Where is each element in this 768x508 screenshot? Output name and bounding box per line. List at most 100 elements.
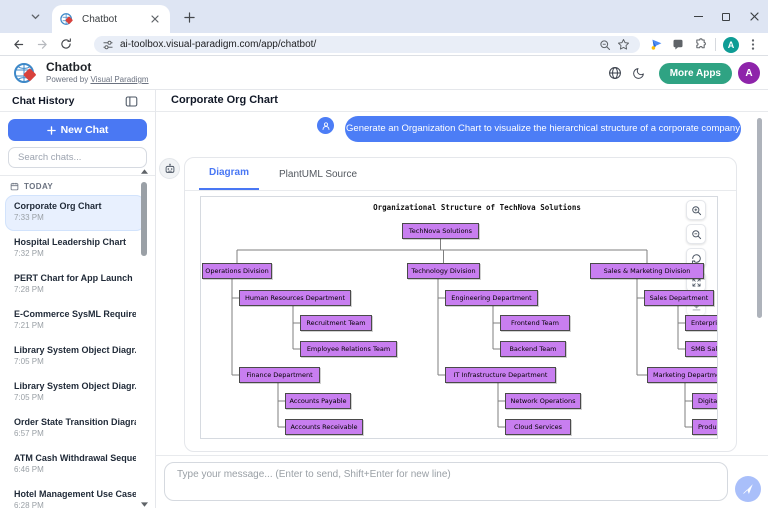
org-node-ap: Accounts Payable <box>285 393 351 409</box>
extension-chat-icon[interactable] <box>667 35 689 55</box>
tab-favicon <box>60 12 74 26</box>
org-node-tech: Technology Division <box>407 263 480 279</box>
chat-item-time: 7:05 PM <box>14 357 136 366</box>
chat-item-time: 7:21 PM <box>14 321 136 330</box>
chat-item-title: Order State Transition Diagra... <box>14 417 136 427</box>
reload-button[interactable] <box>54 34 78 54</box>
list-divider <box>0 175 155 176</box>
address-bar[interactable]: ai-toolbox.visual-paradigm.com/app/chatb… <box>94 36 640 53</box>
card-tabbar: Diagram PlantUML Source <box>185 158 736 191</box>
org-node-be: Backend Team <box>500 341 566 357</box>
bot-avatar <box>159 158 180 179</box>
send-icon <box>742 483 754 495</box>
chat-item-title: Corporate Org Chart <box>14 201 136 211</box>
chat-history-title: Chat History <box>12 95 74 107</box>
tab-title: Chatbot <box>82 14 148 25</box>
chat-area: Generate an Organization Chart to visual… <box>156 112 768 508</box>
url-text[interactable]: ai-toolbox.visual-paradigm.com/app/chatb… <box>120 39 596 50</box>
tab-diagram[interactable]: Diagram <box>199 157 259 190</box>
sidebar-scrollbar[interactable] <box>141 168 148 508</box>
chat-history-item[interactable]: PERT Chart for App Launch 7:28 PM <box>5 267 145 303</box>
org-chart-title: Organizational Structure of TechNova Sol… <box>373 203 581 212</box>
chat-history-item[interactable]: Library System Object Diagr...7:05 PM <box>5 375 145 411</box>
bookmark-star-icon[interactable] <box>614 37 632 53</box>
org-node-emprel: Employee Relations Team <box>300 341 397 357</box>
chat-history-list: Corporate Org Chart 7:33 PM Hospital Leade… <box>0 195 155 508</box>
browser-toolbar: ai-toolbox.visual-paradigm.com/app/chatb… <box>0 33 768 56</box>
app-header: Chatbot Powered by Visual Paradigm More … <box>0 56 768 90</box>
window-minimize-button[interactable] <box>684 4 712 30</box>
sidebar: New Chat TODAY Corporate Org Chart 7:33 P… <box>0 112 155 508</box>
chat-item-title: PERT Chart for App Launch <box>14 273 136 283</box>
visual-paradigm-link[interactable]: Visual Paradigm <box>90 75 148 84</box>
browser-tabstrip: Chatbot <box>0 0 768 33</box>
back-button[interactable] <box>6 34 30 54</box>
chat-item-time: 7:05 PM <box>14 393 136 402</box>
sidebar-scrollbar-thumb[interactable] <box>141 182 147 256</box>
chat-item-time: 6:57 PM <box>14 429 136 438</box>
account-avatar[interactable]: A <box>738 62 760 84</box>
message-input-bar <box>156 455 768 508</box>
chat-history-item[interactable]: E-Commerce SysML Require...7:21 PM <box>5 303 145 339</box>
chat-history-item[interactable]: Hotel Management Use Case6:28 PM <box>5 483 145 508</box>
app-name: Chatbot <box>46 60 91 74</box>
dark-mode-moon-icon[interactable] <box>627 61 651 85</box>
org-node-cs: Cloud Services <box>505 419 571 435</box>
chat-history-item[interactable]: Library System Object Diagr...7:05 PM <box>5 339 145 375</box>
more-apps-button[interactable]: More Apps <box>659 63 732 84</box>
forward-button[interactable] <box>30 34 54 54</box>
scroll-up-icon[interactable] <box>141 168 148 175</box>
chat-item-title: Hospital Leadership Chart <box>14 237 136 247</box>
chat-scrollbar-thumb[interactable] <box>757 118 762 318</box>
chat-history-item[interactable]: Hospital Leadership Chart 7:32 PM <box>5 231 145 267</box>
browser-tab[interactable]: Chatbot <box>52 5 170 33</box>
tab-search-chevron-icon[interactable] <box>27 8 44 25</box>
window-maximize-button[interactable] <box>712 4 740 30</box>
chat-history-item[interactable]: Corporate Org Chart 7:33 PM <box>5 195 145 231</box>
scroll-down-icon[interactable] <box>141 501 148 508</box>
chat-history-item[interactable]: Order State Transition Diagra... 6:57 PM <box>5 411 145 447</box>
conversation-header: Corporate Org Chart <box>155 90 768 112</box>
chat-item-time: 7:28 PM <box>14 285 136 294</box>
plus-icon <box>47 126 56 135</box>
org-node-dig: Digital <box>692 393 718 409</box>
browser-menu-kebab-icon[interactable] <box>742 35 764 55</box>
profile-avatar[interactable]: A <box>720 35 742 55</box>
search-input[interactable] <box>8 147 147 168</box>
robot-icon <box>164 163 176 175</box>
extensions-puzzle-icon[interactable] <box>689 35 711 55</box>
zoom-indicator-icon[interactable] <box>596 37 614 53</box>
extension-lens-icon[interactable] <box>645 35 667 55</box>
org-node-root: TechNova Solutions <box>402 223 479 239</box>
calendar-icon <box>10 182 19 191</box>
toolbar-separator <box>715 38 716 51</box>
visual-paradigm-logo <box>14 61 38 85</box>
tab-close-icon[interactable] <box>148 12 162 26</box>
section-header: TODAY <box>10 182 145 191</box>
org-node-sd: Sales Department <box>644 290 714 306</box>
section-label: TODAY <box>24 182 53 191</box>
chat-item-time: 7:33 PM <box>14 213 136 222</box>
chat-item-time: 6:46 PM <box>14 465 136 474</box>
org-node-smb: SMB Sal <box>685 341 718 357</box>
message-input[interactable] <box>164 462 728 501</box>
zoom-in-button[interactable] <box>686 200 706 220</box>
window-controls <box>684 0 768 33</box>
chat-item-time: 7:32 PM <box>14 249 136 258</box>
powered-by: Powered by Visual Paradigm <box>46 75 149 84</box>
new-tab-button[interactable] <box>180 8 198 26</box>
tab-plantuml-source[interactable]: PlantUML Source <box>269 159 367 190</box>
sidebar-collapse-icon[interactable] <box>124 94 139 109</box>
language-globe-icon[interactable] <box>603 61 627 85</box>
zoom-out-button[interactable] <box>686 224 706 244</box>
window-close-button[interactable] <box>740 4 768 30</box>
new-chat-button[interactable]: New Chat <box>8 119 147 141</box>
org-node-eng: Engineering Department <box>445 290 538 306</box>
site-settings-icon[interactable] <box>102 39 114 51</box>
user-message-bubble: Generate an Organization Chart to visual… <box>345 116 741 142</box>
send-button[interactable] <box>735 476 761 502</box>
org-node-hr: Human Resources Department <box>239 290 351 306</box>
org-node-es: Enterpris <box>685 315 718 331</box>
diagram-card: Diagram PlantUML Source <box>184 157 737 452</box>
chat-history-item[interactable]: ATM Cash Withdrawal Seque...6:46 PM <box>5 447 145 483</box>
